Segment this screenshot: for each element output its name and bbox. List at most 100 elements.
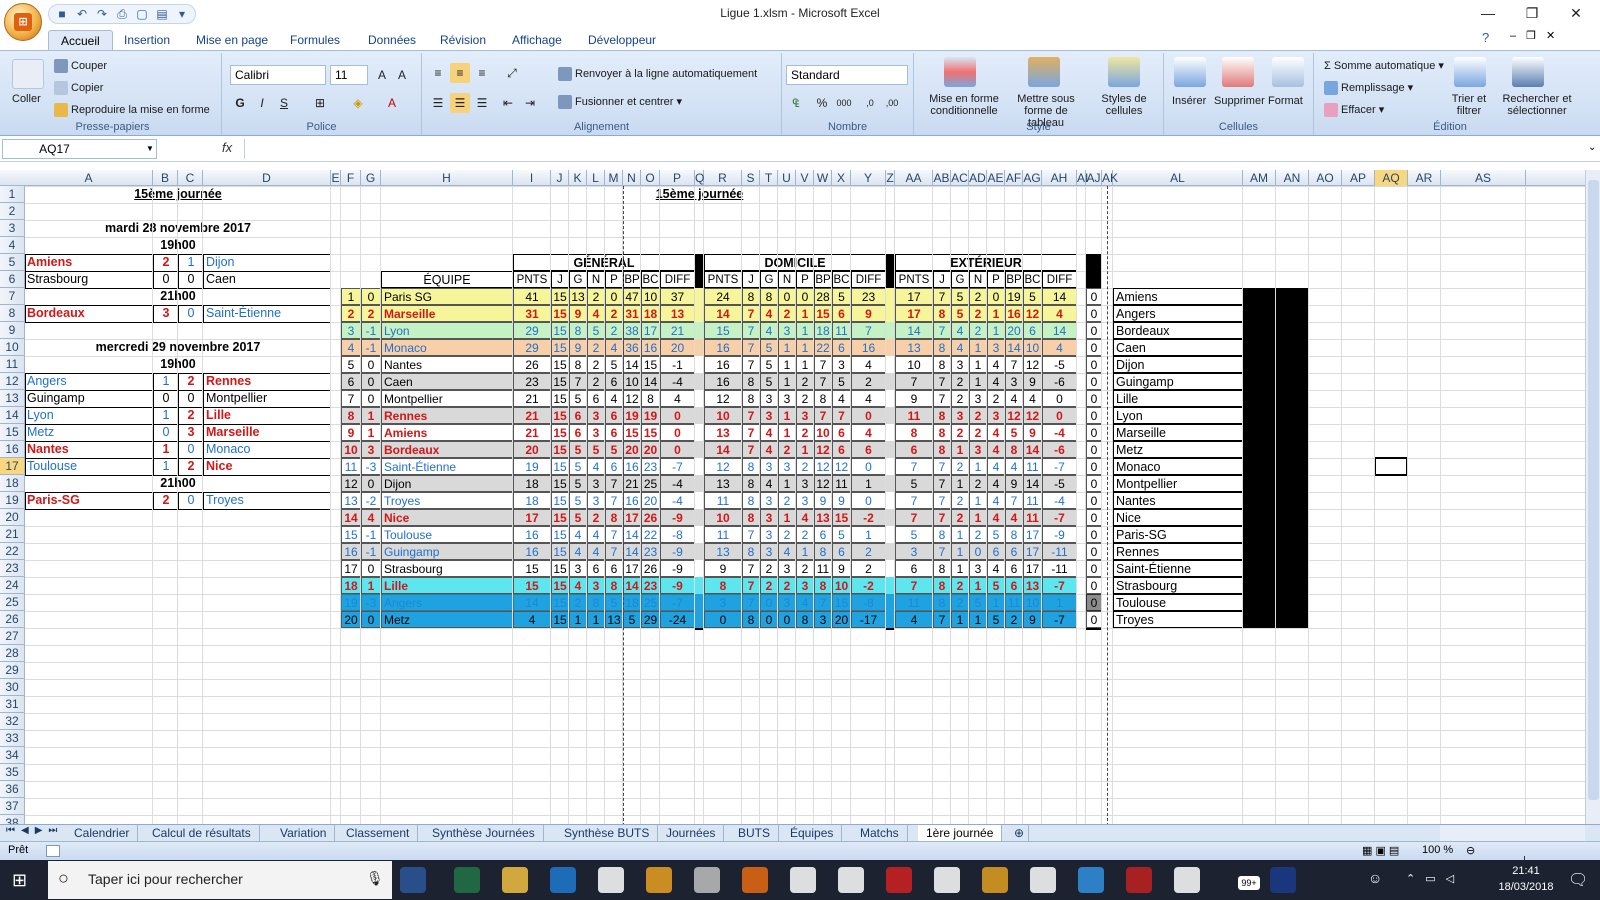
sheet-tab-5[interactable]: Synthèse BUTS	[556, 825, 659, 842]
chrome-icon[interactable]	[1030, 867, 1056, 893]
wrap-text-button[interactable]: Renvoyer à la ligne automatiquement	[558, 67, 757, 81]
col-header-AH[interactable]: AH	[1042, 170, 1077, 186]
col-header-K[interactable]: K	[569, 170, 587, 186]
align-bottom-icon[interactable]: ≡	[472, 63, 492, 83]
sheet-tab-7[interactable]: BUTS	[730, 825, 780, 842]
align-center-icon[interactable]: ☰	[450, 93, 470, 113]
insert-cells-icon[interactable]	[1174, 57, 1206, 87]
row-header-33[interactable]: 33	[0, 730, 25, 747]
row-header-28[interactable]: 28	[0, 645, 25, 662]
solitaire-icon[interactable]	[1078, 867, 1104, 893]
asus-icon[interactable]	[934, 867, 960, 893]
decrease-indent-icon[interactable]: ⇤	[498, 93, 518, 113]
sheet-tab-0[interactable]: Calendrier	[66, 825, 139, 842]
sheet-tab-8[interactable]: Équipes	[782, 825, 843, 842]
align-left-icon[interactable]: ☰	[428, 93, 448, 113]
fill-color-icon[interactable]: ◈	[348, 93, 368, 113]
row-header-37[interactable]: 37	[0, 798, 25, 815]
copy-button[interactable]: Copier	[54, 81, 103, 95]
font-size-select[interactable]: 11	[330, 65, 368, 85]
format-cells-icon[interactable]	[1272, 57, 1304, 87]
col-header-AS[interactable]: AS	[1441, 170, 1526, 186]
col-header-Q[interactable]: Q	[695, 170, 704, 186]
col-header-T[interactable]: T	[760, 170, 778, 186]
orientation-icon[interactable]: ⤢	[502, 63, 522, 83]
find-select-button[interactable]: Rechercher et sélectionner	[1494, 93, 1580, 117]
align-right-icon[interactable]: ☰	[472, 93, 492, 113]
undo-icon[interactable]: ↶	[75, 7, 89, 21]
save-icon[interactable]: ■	[55, 7, 69, 21]
row-header-32[interactable]: 32	[0, 713, 25, 730]
col-header-N[interactable]: N	[623, 170, 641, 186]
row-header-13[interactable]: 13	[0, 390, 25, 407]
row-header-22[interactable]: 22	[0, 543, 25, 560]
font-name-select[interactable]: Calibri	[230, 65, 326, 85]
underline-icon[interactable]: S	[274, 93, 294, 113]
tab-0[interactable]: Accueil	[48, 30, 113, 50]
sheet-tab-9[interactable]: Matchs	[852, 825, 908, 842]
plus-icon[interactable]	[838, 867, 864, 893]
col-header-F[interactable]: F	[341, 170, 361, 186]
col-header-AJ[interactable]: AJ	[1086, 170, 1102, 186]
borders-icon[interactable]: ⊞	[310, 93, 330, 113]
row-header-25[interactable]: 25	[0, 594, 25, 611]
taskbar-search[interactable]: ○ Taper ici pour rechercher 🎙	[48, 861, 392, 899]
edge-icon[interactable]	[598, 867, 624, 893]
sheet-tab-1[interactable]: Calcul de résultats	[144, 825, 260, 842]
word-icon[interactable]	[454, 867, 480, 893]
microphone-icon[interactable]: 🎙	[366, 870, 384, 887]
col-header-R[interactable]: R	[704, 170, 742, 186]
col-header-V[interactable]: V	[796, 170, 814, 186]
row-header-31[interactable]: 31	[0, 696, 25, 713]
sheet-nav-arrows-icon[interactable]: ⏮◀▶⏭	[6, 825, 63, 836]
number-format-select[interactable]: Standard	[786, 65, 908, 85]
binoculars-icon[interactable]	[1512, 57, 1544, 87]
paste-icon[interactable]	[12, 59, 44, 89]
col-header-W[interactable]: W	[814, 170, 832, 186]
grow-font-icon[interactable]: A	[372, 65, 392, 85]
row-header-17[interactable]: 17	[0, 458, 25, 475]
col-header-J[interactable]: J	[551, 170, 569, 186]
zoom-level[interactable]: 100 %	[1422, 844, 1453, 856]
row-header-3[interactable]: 3	[0, 220, 25, 237]
app-dark-icon[interactable]	[1270, 867, 1296, 893]
col-header-G[interactable]: G	[361, 170, 381, 186]
help-icon[interactable]: ?	[1482, 30, 1489, 45]
col-header-AQ[interactable]: AQ	[1375, 170, 1408, 186]
col-header-AF[interactable]: AF	[1005, 170, 1023, 186]
row-header-1[interactable]: 1	[0, 186, 25, 203]
print-preview-icon[interactable]: ⎙	[115, 7, 129, 21]
col-header-AO[interactable]: AO	[1309, 170, 1342, 186]
people-icon[interactable]: ☺	[1368, 870, 1382, 886]
clock-date[interactable]: 18/03/2018	[1490, 881, 1562, 893]
autosum-button[interactable]: Σ Somme automatique ▾	[1324, 59, 1444, 72]
insert-sheet-icon[interactable]: ⊕	[1010, 825, 1030, 842]
row-header-27[interactable]: 27	[0, 628, 25, 645]
col-header-E[interactable]: E	[331, 170, 341, 186]
notifications-icon[interactable]: 🗨	[1568, 870, 1588, 890]
file-explorer-icon[interactable]	[550, 867, 576, 893]
sort-filter-icon[interactable]	[1454, 57, 1486, 87]
bold-icon[interactable]: G	[230, 93, 250, 113]
col-header-AP[interactable]: AP	[1342, 170, 1375, 186]
row-header-12[interactable]: 12	[0, 373, 25, 390]
calculator-app-icon[interactable]	[742, 867, 768, 893]
cells-area[interactable]: 15ème journée mardi 28 novembre 2017 19h00…	[25, 186, 1585, 824]
minimize-button[interactable]: —	[1466, 2, 1510, 24]
row-header-6[interactable]: 6	[0, 271, 25, 288]
sheet-tab-2[interactable]: Variation	[272, 825, 336, 842]
col-header-AE[interactable]: AE	[987, 170, 1005, 186]
currency-icon[interactable]: ₠	[786, 93, 806, 113]
col-header-M[interactable]: M	[605, 170, 623, 186]
tab-4[interactable]: Données	[356, 30, 428, 50]
store-icon[interactable]	[646, 867, 672, 893]
row-header-21[interactable]: 21	[0, 526, 25, 543]
col-header-AN[interactable]: AN	[1276, 170, 1309, 186]
tab-6[interactable]: Affichage	[500, 30, 574, 50]
align-middle-icon[interactable]: ≡	[450, 63, 470, 83]
row-header-26[interactable]: 26	[0, 611, 25, 628]
row-header-10[interactable]: 10	[0, 339, 25, 356]
row-header-14[interactable]: 14	[0, 407, 25, 424]
col-header-L[interactable]: L	[587, 170, 605, 186]
row-header-20[interactable]: 20	[0, 509, 25, 526]
